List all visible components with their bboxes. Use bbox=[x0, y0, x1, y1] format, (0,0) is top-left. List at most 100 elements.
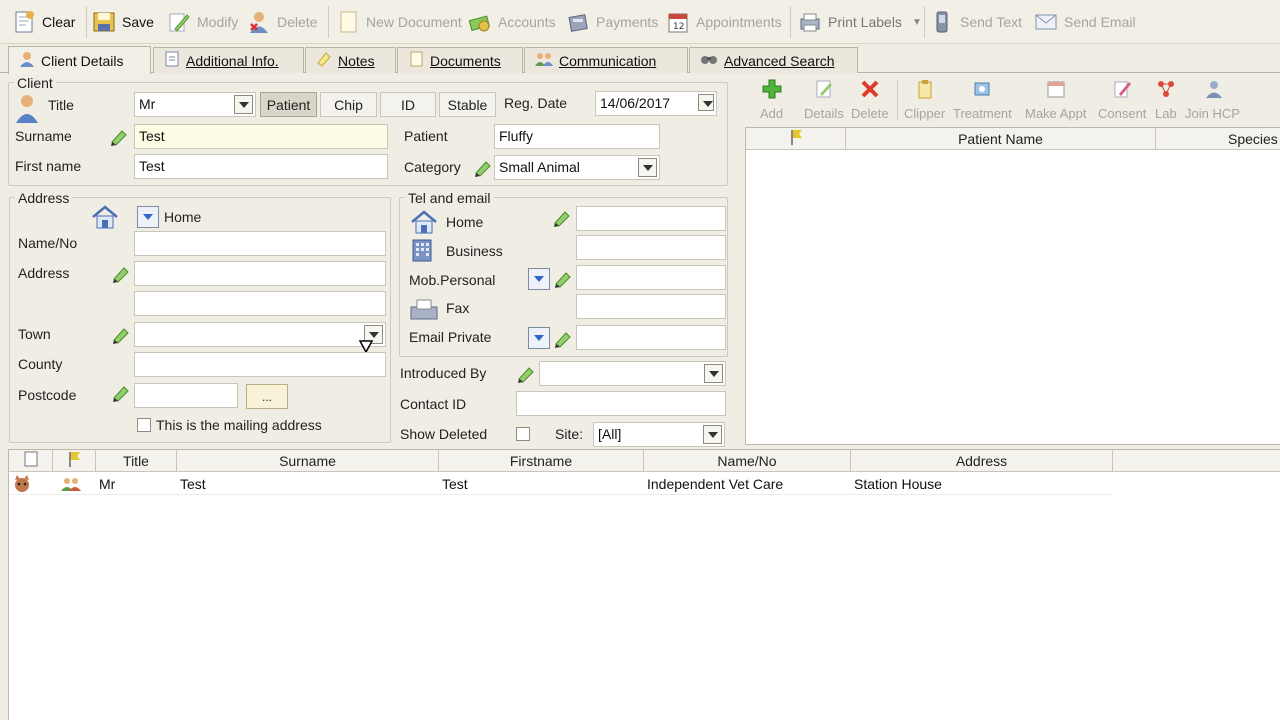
reg-date-label: Reg. Date bbox=[504, 95, 568, 111]
home-phone-edit-pencil-icon bbox=[553, 209, 571, 227]
title-dropdown-arrow-icon[interactable] bbox=[234, 95, 253, 114]
postcode-label: Postcode bbox=[18, 387, 77, 403]
surname-input[interactable]: Test bbox=[134, 124, 388, 149]
flag-icon bbox=[789, 129, 803, 148]
introduced-by-label: Introduced By bbox=[400, 365, 487, 381]
patient-mode-button[interactable]: Patient bbox=[260, 92, 317, 117]
tab-client-details[interactable]: Client Details bbox=[8, 46, 151, 74]
address-type-value: Home bbox=[164, 209, 202, 225]
town-select[interactable] bbox=[134, 322, 386, 347]
lab-button[interactable]: Lab bbox=[1155, 79, 1177, 121]
make-appointment-button[interactable]: Make Appt bbox=[1025, 79, 1086, 121]
tab-additional-info[interactable]: Additional Info. bbox=[153, 47, 304, 73]
category-select[interactable]: Small Animal bbox=[494, 155, 660, 180]
tab-documents[interactable]: Documents bbox=[397, 47, 523, 73]
county-input[interactable] bbox=[134, 352, 386, 377]
home-phone-input[interactable] bbox=[576, 206, 726, 231]
reg-date-dropdown-icon[interactable] bbox=[698, 94, 714, 111]
modify-button[interactable]: Modify bbox=[167, 6, 238, 38]
id-mode-button[interactable]: ID bbox=[380, 92, 436, 117]
delete-button[interactable]: Delete bbox=[247, 6, 317, 38]
stable-mode-button[interactable]: Stable bbox=[439, 92, 496, 117]
reg-date-picker[interactable]: 14/06/2017 bbox=[595, 91, 717, 116]
payments-button[interactable]: Payments bbox=[566, 6, 658, 38]
patient-name-header[interactable]: Patient Name bbox=[846, 128, 1156, 150]
mobile-type-dropdown-icon[interactable] bbox=[528, 268, 550, 290]
site-dropdown-arrow-icon[interactable] bbox=[703, 425, 722, 444]
clear-button[interactable]: Clear bbox=[12, 6, 75, 38]
payment-terminal-icon bbox=[566, 10, 590, 34]
results-title-header[interactable]: Title bbox=[96, 450, 177, 472]
address-edit-pencil-icon bbox=[112, 265, 130, 283]
mobile-phone-input[interactable] bbox=[576, 265, 726, 290]
consent-button[interactable]: Consent bbox=[1098, 79, 1146, 121]
county-label: County bbox=[18, 356, 63, 372]
address-line2-input[interactable] bbox=[134, 291, 386, 316]
delete-patient-button[interactable]: Delete bbox=[851, 79, 889, 121]
add-plus-icon bbox=[762, 79, 782, 102]
clipper-button[interactable]: Clipper bbox=[904, 79, 945, 121]
postcode-input[interactable] bbox=[134, 383, 238, 408]
new-document-button[interactable]: New Document bbox=[336, 6, 462, 38]
tab-advanced-search[interactable]: Advanced Search bbox=[689, 47, 858, 73]
category-label: Category bbox=[404, 159, 461, 175]
tab-notes[interactable]: Notes bbox=[305, 47, 396, 73]
binoculars-icon bbox=[700, 52, 718, 69]
title-label: Title bbox=[48, 97, 74, 113]
contact-id-input[interactable] bbox=[516, 391, 726, 416]
email-edit-pencil-icon bbox=[554, 330, 572, 348]
title-select[interactable]: Mr bbox=[134, 92, 256, 117]
results-firstname-header[interactable]: Firstname bbox=[439, 450, 644, 472]
results-flag-header[interactable] bbox=[53, 450, 96, 472]
treatment-button[interactable]: Treatment bbox=[953, 79, 1012, 121]
notes-icon bbox=[316, 51, 332, 70]
patient-input[interactable]: Fluffy bbox=[494, 124, 660, 149]
accounts-button[interactable]: Accounts bbox=[468, 6, 556, 38]
send-email-button[interactable]: Send Email bbox=[1034, 6, 1136, 38]
firstname-label: First name bbox=[15, 158, 82, 174]
join-hcp-button[interactable]: Join HCP bbox=[1185, 79, 1240, 121]
address-line1-input[interactable] bbox=[134, 261, 386, 286]
mobile-phone-label: Mob.Personal bbox=[409, 272, 496, 288]
address-type-dropdown-icon[interactable] bbox=[137, 206, 159, 228]
firstname-input[interactable]: Test bbox=[134, 154, 388, 179]
results-surname-header[interactable]: Surname bbox=[177, 450, 439, 472]
introduced-by-dropdown-arrow-icon[interactable] bbox=[704, 364, 723, 383]
results-empty-header bbox=[1113, 450, 1280, 472]
business-phone-input[interactable] bbox=[576, 235, 726, 260]
nameno-input[interactable] bbox=[134, 231, 386, 256]
print-labels-dropdown-icon[interactable]: ▼ bbox=[912, 17, 922, 28]
tab-communication[interactable]: Communication bbox=[524, 47, 688, 73]
show-deleted-checkbox[interactable] bbox=[516, 427, 530, 441]
mailing-address-checkbox[interactable] bbox=[137, 418, 151, 432]
lab-molecule-icon bbox=[1156, 79, 1176, 102]
results-nameno-header[interactable]: Name/No bbox=[644, 450, 851, 472]
new-document-icon bbox=[336, 10, 360, 34]
client-icon bbox=[19, 51, 35, 70]
chip-mode-button[interactable]: Chip bbox=[320, 92, 377, 117]
home-phone-house-icon bbox=[410, 210, 438, 237]
email-input[interactable] bbox=[576, 325, 726, 350]
consent-pen-icon bbox=[1112, 79, 1132, 102]
send-text-button[interactable]: Send Text bbox=[930, 6, 1022, 38]
clear-document-icon bbox=[12, 10, 36, 34]
delete-x-icon bbox=[860, 79, 880, 102]
site-label: Site: bbox=[555, 426, 584, 442]
address-label: Address bbox=[18, 265, 70, 281]
print-labels-button[interactable]: Print Labels ▼ bbox=[798, 6, 922, 38]
business-phone-label: Business bbox=[446, 243, 503, 259]
patient-grid-flag-header[interactable] bbox=[746, 128, 846, 150]
category-dropdown-arrow-icon[interactable] bbox=[638, 158, 657, 177]
results-doc-header[interactable] bbox=[9, 450, 53, 472]
email-type-dropdown-icon[interactable] bbox=[528, 327, 550, 349]
site-select[interactable]: [All] bbox=[593, 422, 725, 447]
save-button[interactable]: Save bbox=[92, 6, 154, 38]
patient-details-button[interactable]: Details bbox=[804, 79, 844, 121]
add-patient-button[interactable]: Add bbox=[760, 79, 783, 121]
results-address-header[interactable]: Address bbox=[851, 450, 1113, 472]
appointments-button[interactable]: 12 Appointments bbox=[666, 6, 782, 38]
introduced-by-select[interactable] bbox=[539, 361, 726, 386]
postcode-lookup-button[interactable]: ... bbox=[246, 384, 288, 409]
fax-input[interactable] bbox=[576, 294, 726, 319]
species-header[interactable]: Species bbox=[1156, 128, 1280, 150]
